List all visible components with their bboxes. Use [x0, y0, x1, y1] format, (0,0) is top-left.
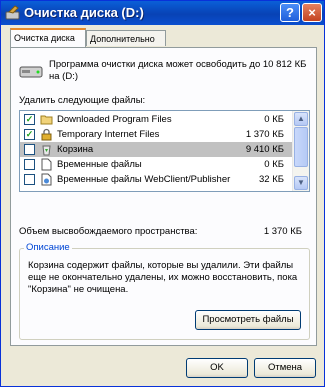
folder-icon: [40, 115, 53, 125]
total-space-label: Объем высвобождаемого пространства:: [19, 226, 198, 237]
list-item[interactable]: Корзина 9 410 КБ: [20, 142, 292, 157]
total-space-value: 1 370 КБ: [263, 226, 302, 237]
file-name: Временные файлы WebClient/Publisher: [57, 174, 231, 185]
webclient-icon: [41, 173, 52, 186]
view-files-button[interactable]: Просмотреть файлы: [195, 310, 301, 330]
file-size: 0 КБ: [264, 159, 284, 170]
lock-icon: [41, 128, 52, 141]
file-size: 0 КБ: [264, 114, 284, 125]
list-scrollbar[interactable]: ▲ ▼: [292, 111, 309, 191]
file-name: Корзина: [57, 144, 94, 155]
list-item[interactable]: ✓ Downloaded Program Files 0 КБ: [20, 112, 292, 127]
files-to-delete-label: Удалить следующие файлы:: [19, 95, 146, 106]
scroll-down-button[interactable]: ▼: [294, 176, 308, 190]
title-bar[interactable]: Очистка диска (D:) ? ×: [1, 1, 324, 25]
file-name: Временные файлы: [57, 159, 142, 170]
checkbox[interactable]: [24, 144, 35, 155]
checkbox[interactable]: ✓: [24, 129, 35, 140]
description-text: Корзина содержит файлы, которые вы удали…: [28, 260, 298, 295]
list-item[interactable]: Временные файлы WebClient/Publisher 32 К…: [20, 172, 292, 187]
tab-disk-cleanup[interactable]: Очистка диска: [10, 28, 86, 47]
tab-more-options[interactable]: Дополнительно: [86, 30, 166, 46]
list-item[interactable]: ✓ Temporary Internet Files 1 370 КБ: [20, 127, 292, 142]
file-name: Downloaded Program Files: [57, 114, 172, 125]
window-title: Очистка диска (D:): [24, 5, 144, 20]
checkbox[interactable]: ✓: [24, 114, 35, 125]
ok-button[interactable]: OK: [186, 358, 248, 378]
description-title: Описание: [24, 242, 72, 253]
file-size: 9 410 КБ: [245, 144, 284, 155]
file-name: Temporary Internet Files: [57, 129, 160, 140]
help-button[interactable]: ?: [280, 3, 300, 22]
scroll-thumb[interactable]: [294, 127, 308, 167]
intro-text: Программа очистки диска может освободить…: [49, 59, 307, 82]
file-size: 32 КБ: [259, 174, 284, 185]
tab-panel: Программа очистки диска может освободить…: [10, 47, 317, 346]
checkbox[interactable]: [24, 159, 35, 170]
drive-icon: [19, 66, 43, 78]
checkbox[interactable]: [24, 174, 35, 185]
file-size: 1 370 КБ: [245, 129, 284, 140]
temp-files-icon: [41, 158, 52, 171]
files-list[interactable]: ✓ Downloaded Program Files 0 КБ ✓ Tempor…: [19, 110, 310, 192]
disk-cleanup-dialog: Очистка диска (D:) ? × Очистка диска Доп…: [0, 0, 325, 387]
cancel-button[interactable]: Отмена: [254, 358, 316, 378]
list-item[interactable]: Временные файлы 0 КБ: [20, 157, 292, 172]
recycle-bin-icon: [42, 145, 51, 156]
close-button[interactable]: ×: [302, 3, 322, 22]
disk-cleanup-icon: [5, 5, 20, 20]
scroll-up-button[interactable]: ▲: [294, 112, 308, 126]
